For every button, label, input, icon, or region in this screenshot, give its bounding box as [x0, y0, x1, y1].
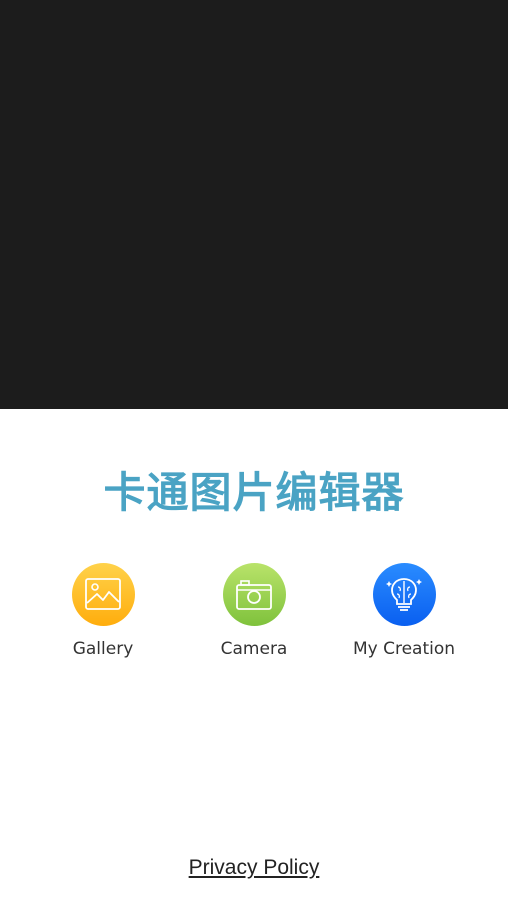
my-creation-icon-circle[interactable] — [372, 563, 436, 626]
my-creation-button[interactable]: My Creation — [329, 563, 479, 660]
my-creation-label: My Creation — [352, 639, 456, 659]
privacy-policy-link[interactable]: Privacy Policy — [189, 856, 320, 879]
app-title: 卡通图片编辑器 — [103, 468, 405, 517]
camera-icon-circle[interactable] — [222, 563, 286, 626]
gallery-icon-circle[interactable] — [71, 563, 135, 626]
camera-button[interactable]: Camera — [179, 563, 329, 660]
image-icon — [85, 577, 121, 610]
camera-icon — [236, 579, 272, 610]
camera-label: Camera — [220, 639, 288, 659]
gallery-button[interactable]: Gallery — [28, 563, 178, 660]
banner-area — [0, 0, 508, 409]
gallery-label: Gallery — [72, 639, 134, 659]
privacy-policy-container: Privacy Policy — [0, 854, 508, 882]
brain-bulb-icon — [386, 577, 422, 611]
